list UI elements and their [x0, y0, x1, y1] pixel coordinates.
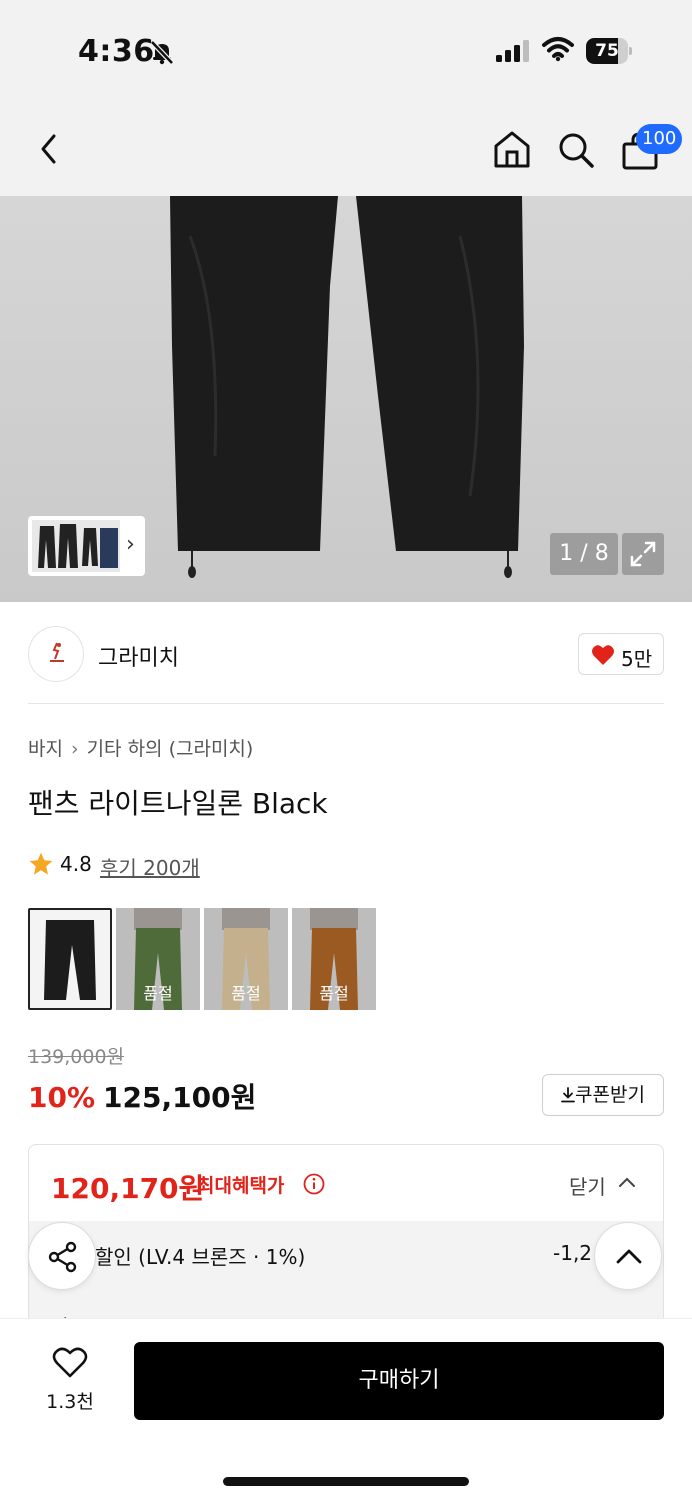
- color-option-black[interactable]: [28, 908, 112, 1010]
- color-option-beige[interactable]: 품절: [204, 908, 288, 1010]
- brand-name[interactable]: 그라미치: [98, 640, 179, 672]
- breadcrumb-separator-icon: ›: [70, 738, 79, 760]
- bell-muted-icon: [150, 40, 174, 65]
- sale-price: 125,100원: [103, 1081, 257, 1114]
- breadcrumb-category[interactable]: 바지: [28, 738, 63, 760]
- home-icon[interactable]: [492, 128, 532, 170]
- info-icon[interactable]: [303, 1173, 325, 1195]
- brand-logo[interactable]: [28, 626, 84, 682]
- status-time: 4:36: [78, 34, 155, 69]
- max-benefit-label: 최대혜택가: [197, 1175, 285, 1197]
- max-benefit-price: 120,170원: [51, 1172, 205, 1205]
- wishlist-count: 1.3천: [46, 1391, 94, 1413]
- brand-like-count: 5만: [621, 647, 653, 671]
- status-bar: 4:36 75: [0, 0, 692, 100]
- share-icon: [48, 1241, 77, 1273]
- discount-rate: 10%: [28, 1081, 96, 1114]
- sold-out-label: 품절: [319, 984, 349, 1003]
- brand-row: 그라미치 5만: [28, 624, 664, 704]
- brand-mark: [50, 642, 64, 662]
- gallery-thumbnails[interactable]: ›: [28, 516, 145, 576]
- share-button[interactable]: [28, 1222, 96, 1290]
- grade-discount-label: 할인 (LV.4 브론즈 · 1%): [95, 1245, 306, 1269]
- original-price: 139,000원: [28, 1046, 125, 1068]
- product-title: 팬츠 라이트나일론 Black: [28, 787, 328, 820]
- star-icon: [29, 852, 53, 875]
- thumbnail-image[interactable]: [32, 520, 120, 572]
- chevron-up-icon[interactable]: [617, 1173, 637, 1193]
- chevron-right-icon[interactable]: ›: [126, 532, 135, 557]
- heart-filled-icon: [592, 645, 614, 665]
- color-option-brown[interactable]: 품절: [292, 908, 376, 1010]
- buy-button[interactable]: 구매하기: [134, 1342, 664, 1420]
- sold-out-label: 품절: [143, 984, 173, 1003]
- grade-discount-amount: -1,2: [553, 1241, 593, 1265]
- chevron-up-icon: [616, 1249, 642, 1264]
- battery-percent: 75: [595, 41, 619, 61]
- brand-like-button[interactable]: 5만: [578, 633, 664, 675]
- wishlist-button[interactable]: 1.3천: [40, 1347, 100, 1417]
- rating-score: 4.8: [60, 852, 92, 876]
- expand-icon[interactable]: [622, 533, 664, 575]
- home-indicator: [223, 1477, 469, 1486]
- max-benefit-panel: 120,170원 최대혜택가 닫기 할인 (LV.4 브론즈 · 1%) -1,…: [28, 1144, 664, 1344]
- battery-icon: 75: [586, 38, 632, 64]
- search-icon[interactable]: [556, 130, 596, 170]
- image-counter: 1 / 8: [550, 533, 618, 575]
- breadcrumb-subcategory[interactable]: 기타 하의 (그라미치): [87, 738, 254, 760]
- coupon-download-label: 쿠폰받기: [575, 1084, 645, 1106]
- heart-outline-icon: [52, 1347, 88, 1378]
- breadcrumb: 바지 › 기타 하의 (그라미치): [28, 734, 253, 761]
- download-icon: [561, 1087, 575, 1103]
- cellular-signal-icon: [496, 40, 529, 62]
- collapse-button[interactable]: 닫기: [569, 1171, 606, 1200]
- back-chevron-icon[interactable]: [34, 130, 64, 168]
- coupon-download-button[interactable]: 쿠폰받기: [542, 1074, 664, 1116]
- sold-out-label: 품절: [231, 984, 261, 1003]
- cart-count-badge: 100: [636, 124, 683, 154]
- reviews-link[interactable]: 후기 200개: [100, 852, 200, 881]
- bottom-action-bar: 1.3천 구매하기: [0, 1318, 692, 1500]
- color-option-olive[interactable]: 품절: [116, 908, 200, 1010]
- scroll-to-top-button[interactable]: [594, 1222, 662, 1290]
- wifi-icon: [542, 37, 574, 62]
- sale-price-row: 10% 125,100원: [28, 1076, 256, 1116]
